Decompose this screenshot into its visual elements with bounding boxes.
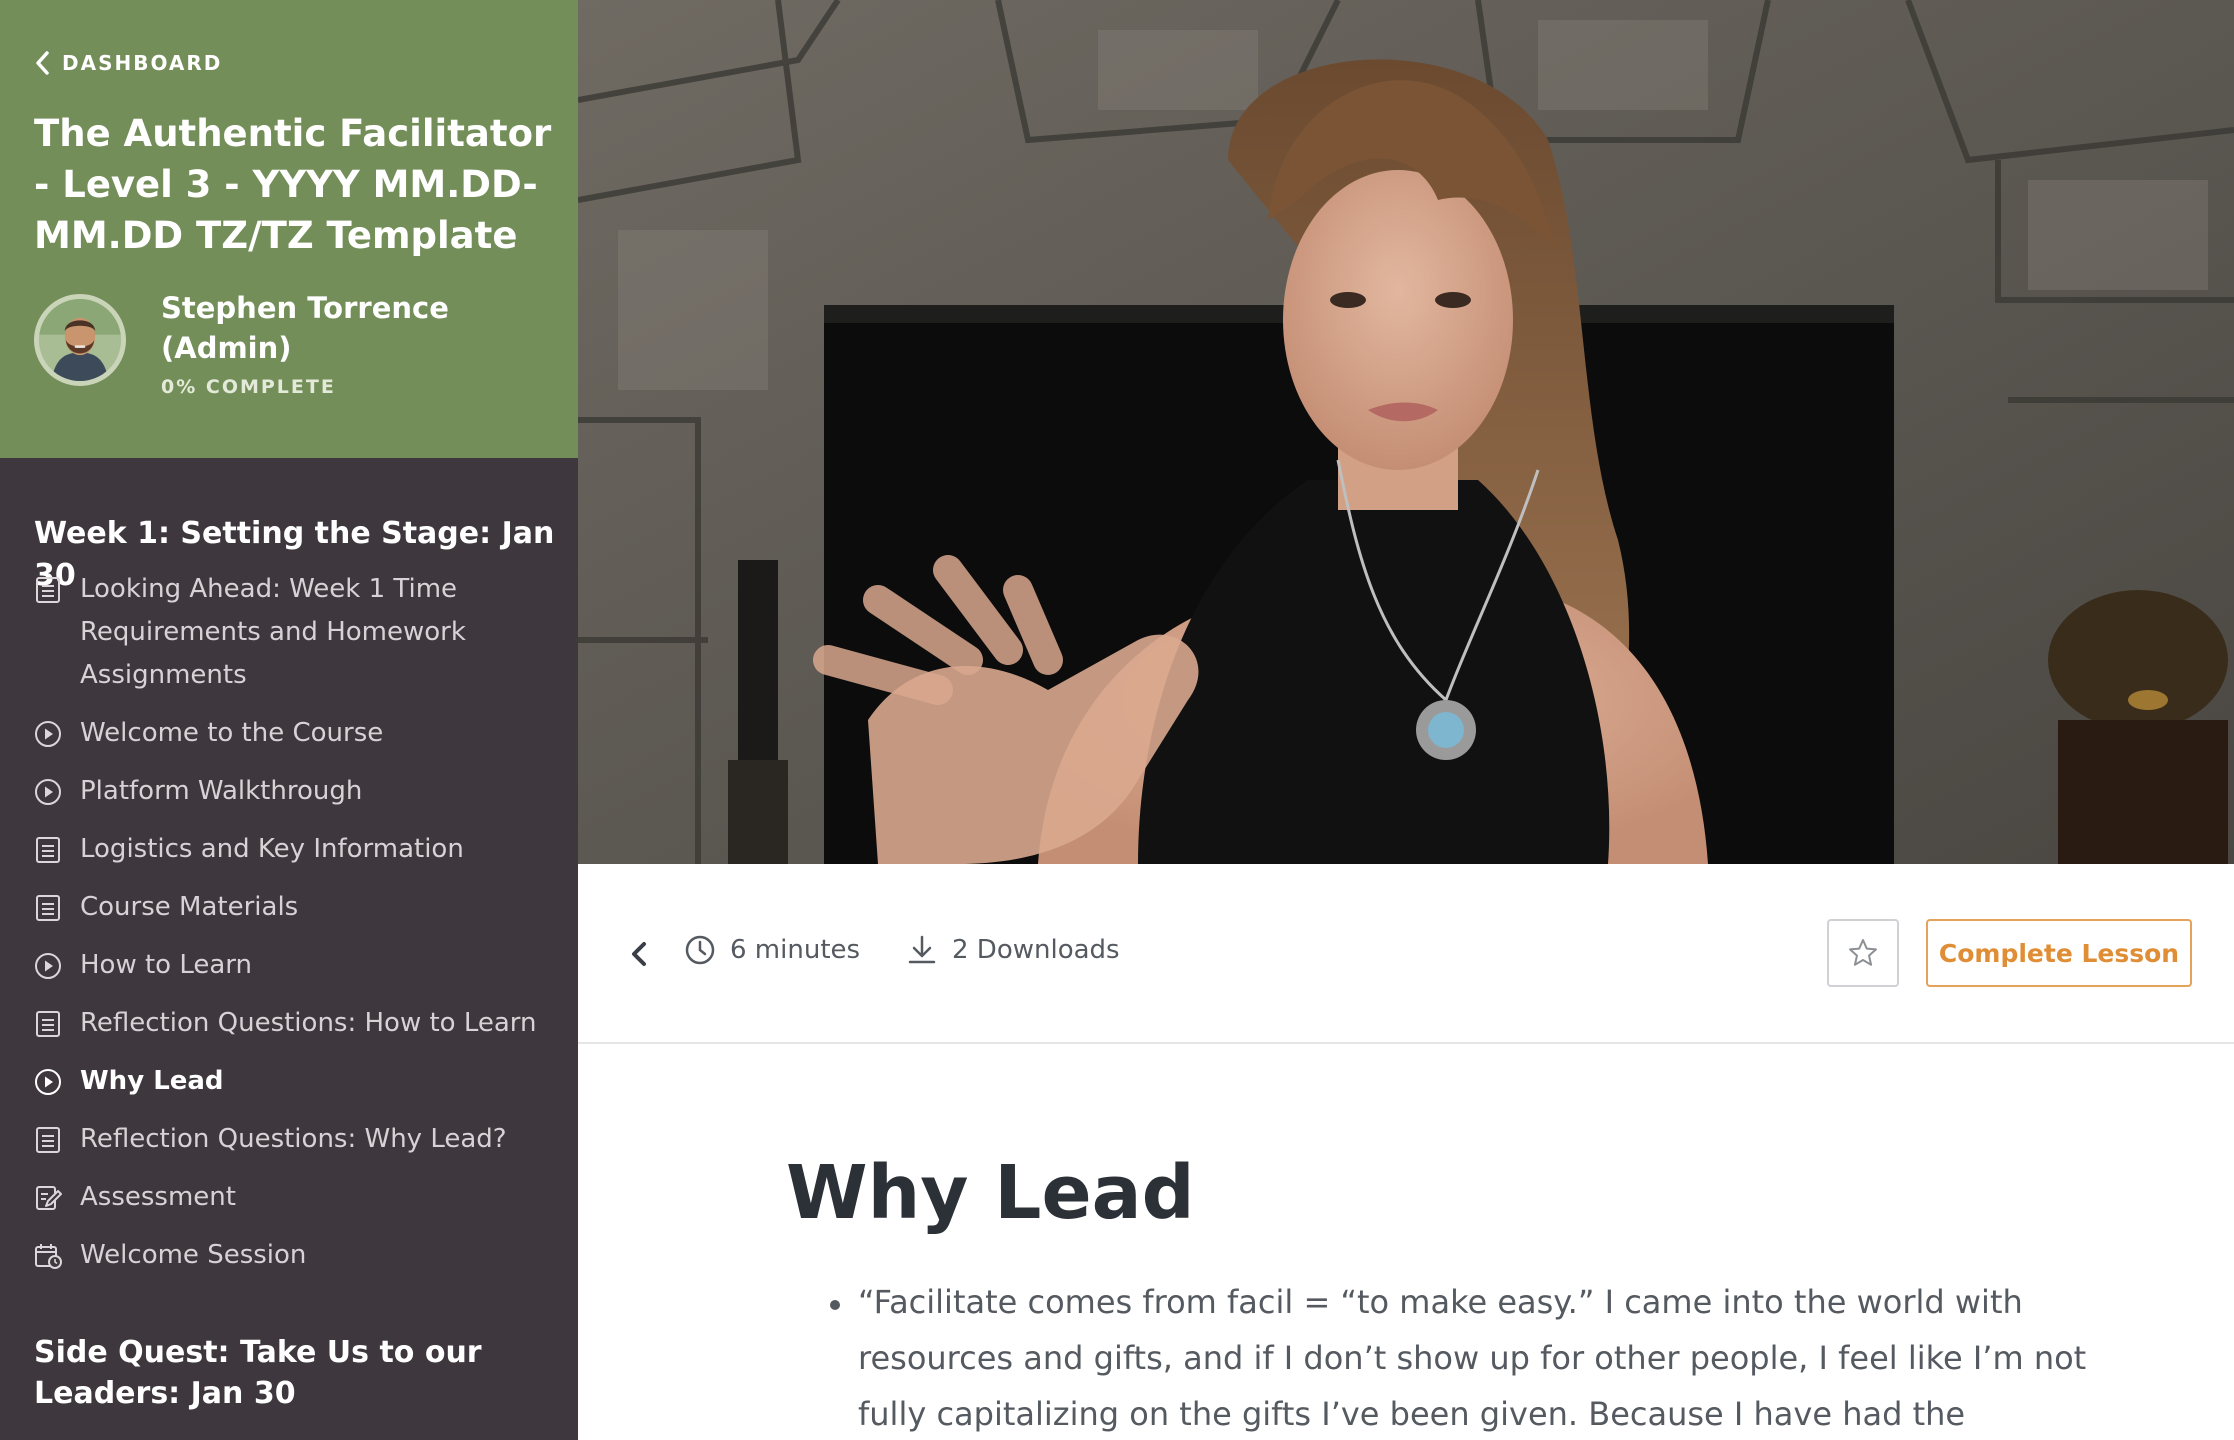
play-circle-icon [34,952,62,980]
video-frame [578,0,2234,864]
lesson-label: Logistics and Key Information [80,834,464,864]
lesson-content: Why Lead “Facilitate comes from facil = … [578,1044,2234,1440]
chevron-left-icon [36,51,49,75]
video-player[interactable] [578,0,2234,864]
calendar-icon [34,1242,62,1270]
dashboard-label: DASHBOARD [62,51,223,75]
previous-lesson-button[interactable] [622,936,658,972]
sidebar-lesson-item[interactable]: How to Learn [0,944,578,987]
avatar[interactable] [34,294,126,386]
lesson-label: Reflection Questions: Why Lead? [80,1124,507,1154]
lesson-label: Assessment [80,1182,236,1212]
play-circle-icon [34,720,62,748]
play-circle-icon [34,778,62,806]
lesson-page: DASHBOARD The Authentic Facilitator - Le… [0,0,2234,1440]
text-lesson-icon [34,576,62,604]
lesson-label: Looking Ahead: Week 1 Time Requirements … [80,574,466,690]
sidebar-lesson-item[interactable]: Logistics and Key Information [0,828,578,871]
sidebar-lesson-item[interactable]: Welcome to the Course [0,712,578,755]
lesson-toolbar: 6 minutes 2 Downloads Complete Lesson [578,864,2234,1044]
favorite-button[interactable] [1827,919,1899,987]
text-lesson-icon [34,894,62,922]
lesson-body-text: “Facilitate comes from facil = “to make … [858,1283,2087,1433]
chevron-left-icon [632,942,646,966]
lesson-label: Course Materials [80,892,299,922]
lesson-label: Welcome Session [80,1240,307,1270]
lesson-duration: 6 minutes [684,934,860,966]
sidebar-lesson-item[interactable]: Reflection Questions: How to Learn [0,1002,578,1045]
course-sidebar: DASHBOARD The Authentic Facilitator - Le… [0,0,578,1440]
clock-icon [685,935,715,965]
downloads-label: 2 Downloads [952,935,1120,965]
lesson-title: Why Lead [786,1150,1195,1236]
complete-lesson-button[interactable]: Complete Lesson [1926,919,2192,987]
user-name: Stephen Torrence (Admin) [161,291,449,365]
downloads-link[interactable]: 2 Downloads [906,934,1120,966]
lesson-label: Why Lead [80,1066,224,1096]
sidebar-lesson-item[interactable]: Why Lead [0,1060,578,1103]
lesson-label: Platform Walkthrough [80,776,363,806]
text-lesson-icon [34,1126,62,1154]
bullet-dot [830,1300,840,1310]
progress-label: 0% COMPLETE [161,376,336,398]
play-circle-icon [34,1068,62,1096]
course-title: The Authentic Facilitator - Level 3 - YY… [34,112,552,257]
lesson-label: Welcome to the Course [80,718,384,748]
sidebar-lesson-item[interactable]: Platform Walkthrough [0,770,578,813]
course-header: DASHBOARD The Authentic Facilitator - Le… [0,0,578,458]
sidebar-lesson-item[interactable]: Course Materials [0,886,578,929]
dashboard-link[interactable]: DASHBOARD [34,50,222,76]
download-icon [908,935,936,964]
duration-label: 6 minutes [730,935,861,965]
quiz-icon [34,1184,62,1212]
avatar-image [39,299,121,381]
lesson-label: How to Learn [80,950,253,980]
star-icon [1849,939,1877,966]
lesson-label: Reflection Questions: How to Learn [80,1008,537,1038]
lesson-list: Looking Ahead: Week 1 Time Requirements … [0,568,578,1292]
sidebar-lesson-item[interactable]: Assessment [0,1176,578,1219]
sidebar-lesson-item[interactable]: Looking Ahead: Week 1 Time Requirements … [0,568,578,697]
sidebar-lesson-item[interactable]: Reflection Questions: Why Lead? [0,1118,578,1161]
sidebar-lesson-item[interactable]: Welcome Session [0,1234,578,1277]
text-lesson-icon [34,1010,62,1038]
next-section-title: Side Quest: Take Us to our Leaders: Jan … [34,1335,482,1411]
text-lesson-icon [34,836,62,864]
